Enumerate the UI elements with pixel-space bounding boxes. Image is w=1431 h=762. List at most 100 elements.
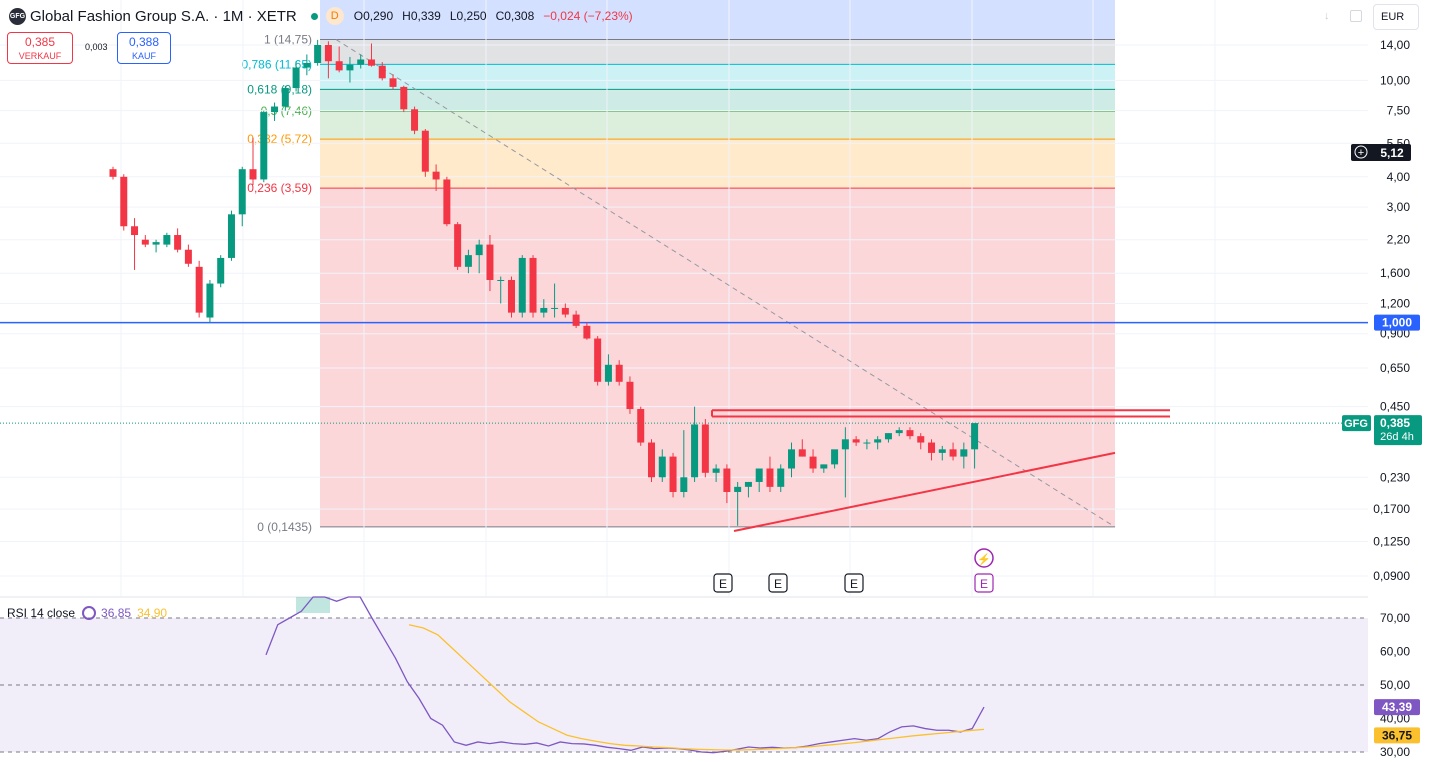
candle-body[interactable]	[227, 214, 235, 258]
candle-body[interactable]	[507, 279, 515, 313]
bar-countdown-label[interactable]: 26d 4h	[1380, 431, 1414, 443]
candle-body[interactable]	[249, 169, 257, 180]
candle-body[interactable]	[874, 439, 882, 443]
candle-body[interactable]	[884, 433, 892, 440]
currency-selector[interactable]: EUR	[1373, 4, 1419, 30]
candle-body[interactable]	[163, 235, 171, 245]
candle-body[interactable]	[734, 486, 742, 492]
candle-body[interactable]	[314, 45, 322, 63]
candle-body[interactable]	[131, 226, 139, 236]
candle-body[interactable]	[928, 442, 936, 453]
rsi-legend-label[interactable]: RSI 14 close	[7, 606, 75, 620]
candle-body[interactable]	[960, 449, 968, 457]
buy-button[interactable]: 0,388 KAUF	[117, 32, 171, 64]
candle-body[interactable]	[518, 257, 526, 313]
candle-body[interactable]	[561, 307, 569, 315]
crosshair-price-label[interactable]: 5,12	[1380, 146, 1404, 160]
candle-body[interactable]	[583, 325, 591, 339]
chart-canvas[interactable]: 1 (14,75)0,786 (11,65)0,618 (9,18)0,5 (7…	[0, 0, 1431, 762]
candle-body[interactable]	[572, 314, 580, 326]
candle-body[interactable]	[777, 468, 785, 487]
candle-body[interactable]	[820, 464, 828, 469]
candle-body[interactable]	[206, 283, 214, 318]
last-price-label[interactable]: 0,385	[1380, 416, 1410, 430]
candle-body[interactable]	[809, 456, 817, 469]
earnings-marker-label[interactable]: E	[774, 577, 782, 591]
candle-body[interactable]	[238, 169, 246, 215]
candle-body[interactable]	[798, 449, 806, 457]
candle-body[interactable]	[443, 179, 451, 225]
maximize-icon[interactable]	[1350, 10, 1362, 22]
candle-body[interactable]	[271, 106, 279, 113]
candle-body[interactable]	[852, 439, 860, 443]
candle-body[interactable]	[949, 449, 957, 457]
candle-body[interactable]	[120, 176, 128, 227]
candle-body[interactable]	[648, 442, 655, 478]
earnings-markers[interactable]: E E E E ⚡	[713, 548, 994, 593]
earnings-marker-label[interactable]: E	[719, 577, 727, 591]
candle-body[interactable]	[863, 442, 871, 444]
candle-body[interactable]	[174, 235, 182, 250]
candle-body[interactable]	[432, 171, 440, 180]
candle-body[interactable]	[303, 62, 311, 68]
sell-button[interactable]: 0,385 VERKAUF	[7, 32, 73, 64]
candle-body[interactable]	[831, 449, 839, 465]
candle-body[interactable]	[755, 468, 763, 482]
earnings-marker-label[interactable]: E	[980, 577, 988, 591]
candle-body[interactable]	[594, 338, 602, 382]
rsi-ma-value-label[interactable]: 36,75	[1382, 728, 1412, 742]
candle-body[interactable]	[378, 65, 386, 79]
candle-body[interactable]	[744, 481, 752, 487]
candle-body[interactable]	[367, 59, 375, 66]
hline-price-label[interactable]: 1,000	[1382, 316, 1412, 330]
candle-body[interactable]	[411, 109, 419, 131]
candle-body[interactable]	[551, 307, 559, 309]
candle-body[interactable]	[788, 449, 796, 469]
candle-body[interactable]	[335, 61, 343, 71]
symbol-title[interactable]: Global Fashion Group S.A. · 1M · XETR	[30, 8, 297, 25]
candle-body[interactable]	[389, 78, 397, 87]
candle-body[interactable]	[464, 255, 472, 267]
candle-body[interactable]	[540, 307, 548, 313]
candle-body[interactable]	[658, 456, 666, 478]
earnings-marker-label[interactable]: E	[850, 577, 858, 591]
candle-body[interactable]	[346, 64, 354, 71]
candle-body[interactable]	[141, 239, 149, 245]
candle-body[interactable]	[917, 436, 925, 443]
candle-body[interactable]	[497, 279, 505, 281]
candle-body[interactable]	[421, 130, 429, 172]
candle-body[interactable]	[841, 439, 849, 450]
candle-body[interactable]	[637, 409, 645, 443]
candle-body[interactable]	[615, 364, 623, 382]
candle-body[interactable]	[895, 430, 903, 434]
candle-body[interactable]	[529, 257, 537, 313]
candle-body[interactable]	[680, 477, 688, 492]
candle-body[interactable]	[195, 266, 203, 313]
symbol-logo[interactable]: GFG	[9, 7, 26, 25]
candle-body[interactable]	[260, 112, 268, 180]
candle-body[interactable]	[701, 424, 709, 473]
interval-badge[interactable]: D	[325, 7, 344, 25]
candle-body[interactable]	[475, 244, 483, 256]
refresh-icon[interactable]	[82, 606, 97, 620]
symbol-tag[interactable]: GFG	[1344, 418, 1368, 430]
candle-body[interactable]	[971, 423, 979, 450]
candle-body[interactable]	[766, 468, 774, 487]
candle-body[interactable]	[357, 59, 365, 65]
market-status-dot[interactable]	[310, 12, 318, 20]
candle-body[interactable]	[400, 86, 408, 110]
candle-body[interactable]	[906, 430, 914, 437]
candle-body[interactable]	[454, 224, 462, 267]
candle-body[interactable]	[626, 381, 634, 410]
download-icon[interactable]: ↓	[1324, 10, 1336, 22]
candle-body[interactable]	[691, 424, 699, 478]
candle-body[interactable]	[712, 468, 720, 473]
candle-body[interactable]	[184, 249, 192, 264]
candle-body[interactable]	[938, 449, 946, 453]
candle-body[interactable]	[109, 169, 117, 177]
candle-body[interactable]	[281, 88, 289, 107]
candle-body[interactable]	[669, 456, 677, 492]
candle-body[interactable]	[324, 45, 332, 62]
candle-body[interactable]	[604, 364, 612, 382]
rsi-value-label[interactable]: 43,39	[1382, 700, 1412, 714]
